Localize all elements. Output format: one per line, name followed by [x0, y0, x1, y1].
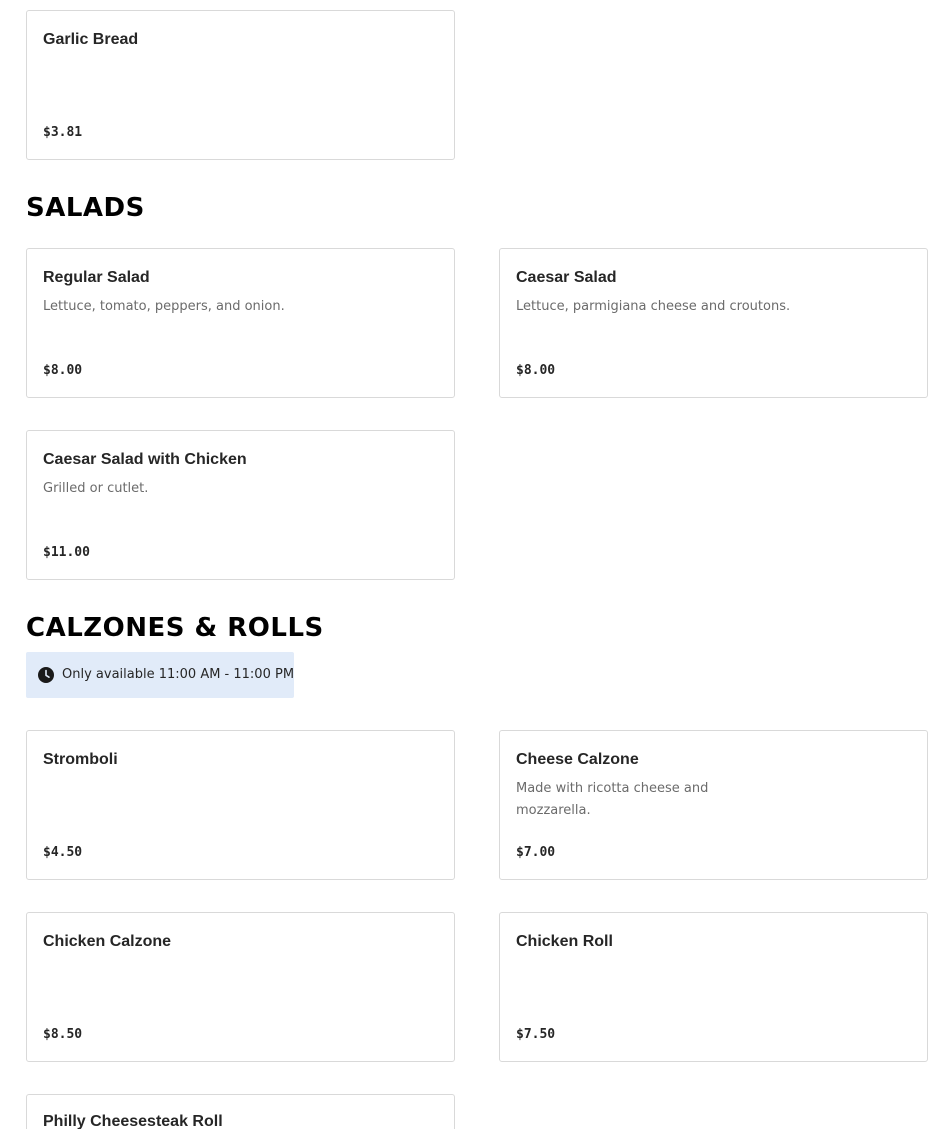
item-name: Garlic Bread — [43, 31, 139, 48]
menu-item-card[interactable]: Philly Cheesesteak Roll — [26, 1094, 455, 1129]
menu-item-card[interactable]: Chicken Roll $7.50 — [499, 912, 928, 1062]
menu-item-card[interactable]: Cheese Calzone Made with ricotta cheese … — [499, 730, 928, 880]
menu-item-card[interactable]: Chicken Calzone $8.50 — [26, 912, 455, 1062]
item-name: Caesar Salad — [516, 269, 617, 286]
menu-item-card[interactable]: Regular Salad Lettuce, tomato, peppers, … — [26, 248, 455, 398]
clock-icon — [38, 667, 54, 683]
menu-item-card[interactable]: Stromboli $4.50 — [26, 730, 455, 880]
item-price: $4.50 — [43, 845, 83, 860]
menu-item-card[interactable]: Caesar Salad with Chicken Grilled or cut… — [26, 430, 455, 580]
menu-item-card[interactable]: Garlic Bread $3.81 — [26, 10, 455, 160]
item-price: $7.50 — [516, 1027, 556, 1042]
item-price: $3.81 — [43, 125, 83, 140]
section-title-calzones-rolls: CALZONES & ROLLS — [26, 613, 324, 643]
item-description: Grilled or cutlet. — [43, 481, 149, 496]
menu-item-card[interactable]: Caesar Salad Lettuce, parmigiana cheese … — [499, 248, 928, 398]
item-description: Made with ricotta cheese and mozzarella. — [516, 781, 709, 818]
item-name: Regular Salad — [43, 269, 150, 286]
item-price: $11.00 — [43, 545, 90, 560]
item-name: Stromboli — [43, 751, 118, 768]
item-price: $8.00 — [43, 363, 83, 378]
availability-text: Only available 11:00 AM - 11:00 PM — [62, 667, 295, 682]
item-name: Chicken Calzone — [43, 933, 172, 950]
availability-banner: Only available 11:00 AM - 11:00 PM — [26, 652, 294, 698]
section-title-salads: SALADS — [26, 193, 145, 223]
item-price: $8.50 — [43, 1027, 83, 1042]
item-description: Lettuce, tomato, peppers, and onion. — [43, 299, 285, 314]
item-price: $7.00 — [516, 845, 556, 860]
item-price: $8.00 — [516, 363, 556, 378]
item-name: Cheese Calzone — [516, 751, 639, 768]
item-description: Lettuce, parmigiana cheese and croutons. — [516, 299, 791, 314]
item-name: Philly Cheesesteak Roll — [43, 1113, 223, 1129]
item-name: Caesar Salad with Chicken — [43, 451, 247, 468]
item-name: Chicken Roll — [516, 933, 613, 950]
